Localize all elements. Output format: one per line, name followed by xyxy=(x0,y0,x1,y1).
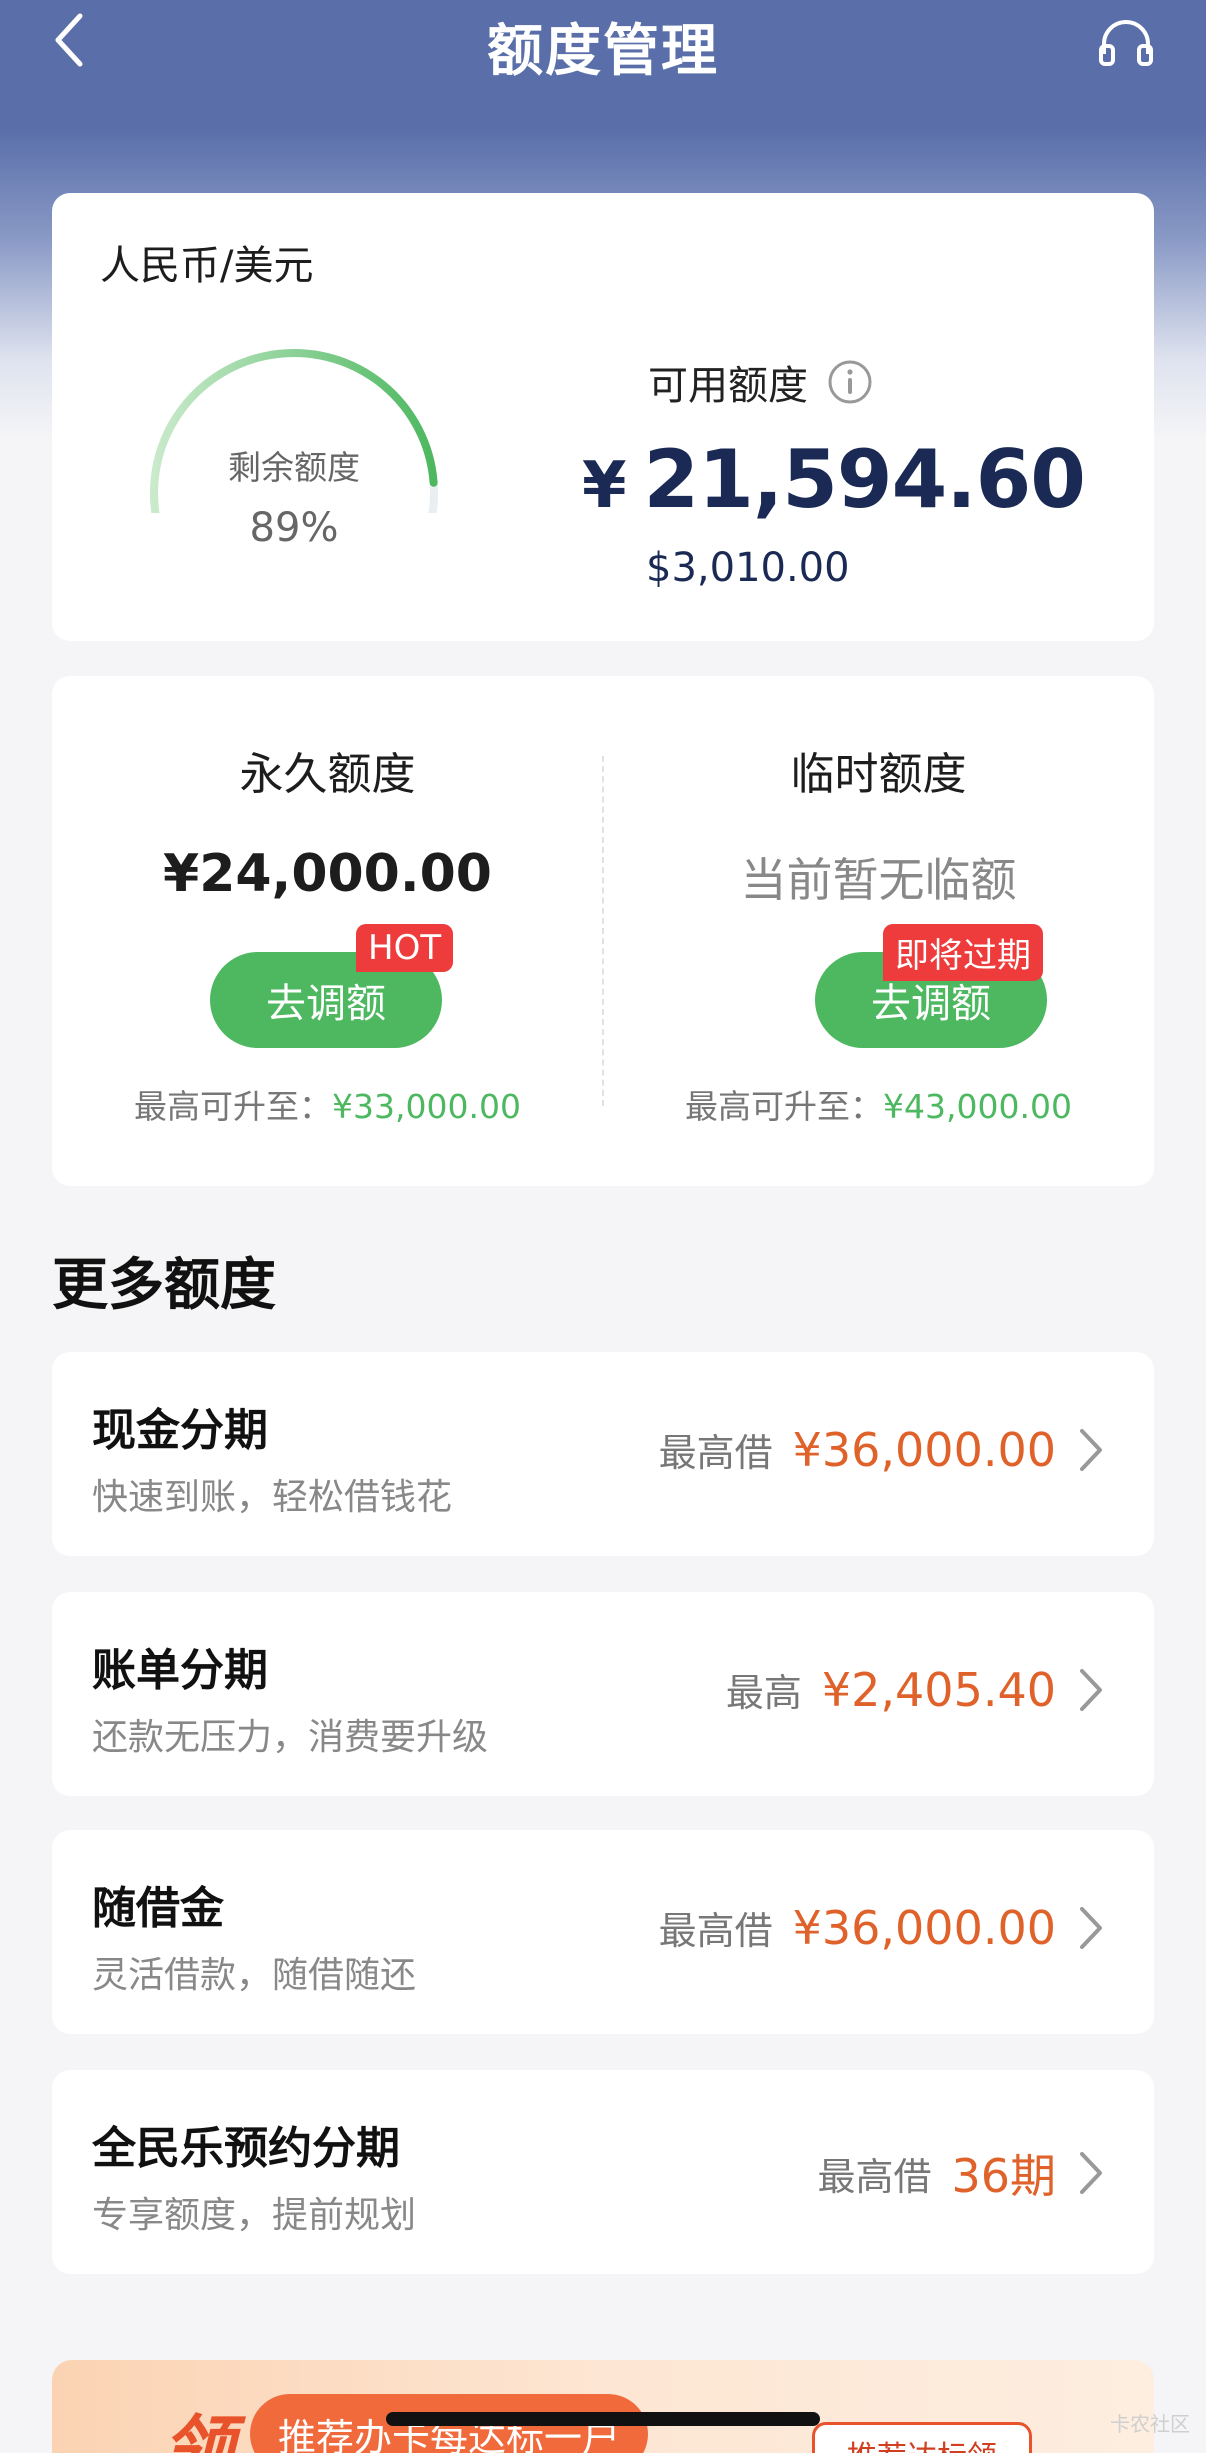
item-prefix: 最高 xyxy=(725,1671,802,1715)
watermark: 卡农社区 xyxy=(1110,2412,1190,2436)
available-credit-card: 人民币/美元 剩余额度 89% 可用额度 ¥21,594.60 $3,010.0… xyxy=(52,193,1154,641)
item-title: 全民乐预约分期 xyxy=(92,2123,400,2174)
referral-banner[interactable]: 领 推荐办卡每达标一户 推荐达标领 xyxy=(52,2360,1154,2453)
available-amount-cny: ¥21,594.60 xyxy=(582,433,1086,526)
chevron-right-icon xyxy=(1080,1428,1102,1471)
item-value: ¥2,405.40 xyxy=(821,1662,1056,1717)
item-prefix: 最高借 xyxy=(817,2154,932,2199)
available-cny-value: 21,594.60 xyxy=(643,433,1086,526)
list-item-bill-installment[interactable]: 账单分期 还款无压力，消费要升级 最高 ¥2,405.40 xyxy=(52,1592,1154,1796)
available-amount-usd: $3,010.00 xyxy=(646,545,850,591)
list-item-cash-installment[interactable]: 现金分期 快速到账，轻松借钱花 最高借 ¥36,000.00 xyxy=(52,1352,1154,1556)
list-item-reserved-installment[interactable]: 全民乐预约分期 专享额度，提前规划 最高借 36期 xyxy=(52,2070,1154,2274)
chevron-right-icon xyxy=(1080,2152,1102,2194)
item-prefix: 最高借 xyxy=(658,1431,773,1475)
remaining-percent: 89% xyxy=(249,505,339,551)
permanent-max-label: 最高可升至： xyxy=(134,1087,333,1126)
temporary-limit-title: 临时额度 xyxy=(790,749,967,800)
item-subtitle: 还款无压力，消费要升级 xyxy=(92,1717,489,1758)
item-right: 最高借 ¥36,000.00 xyxy=(659,1422,1106,1477)
item-value: ¥36,000.00 xyxy=(792,1900,1056,1955)
temporary-limit-status: 当前暂无临额 xyxy=(740,853,1017,907)
item-right: 最高 ¥2,405.40 xyxy=(726,1662,1106,1717)
remaining-label: 剩余额度 xyxy=(228,448,360,487)
expiring-badge: 即将过期 xyxy=(883,924,1043,981)
banner-ling-text: 领 xyxy=(162,2407,235,2453)
headset-icon xyxy=(1099,20,1153,66)
item-title: 随借金 xyxy=(92,1883,224,1934)
info-icon[interactable] xyxy=(826,358,874,406)
hot-badge: HOT xyxy=(356,924,454,972)
available-label: 可用额度 xyxy=(648,363,808,409)
permanent-max-value: ¥33,000.00 xyxy=(332,1087,521,1126)
remaining-text: 剩余额度 89% xyxy=(144,441,444,551)
temporary-max-up: 最高可升至：¥43,000.00 xyxy=(603,1080,1154,1128)
home-indicator xyxy=(386,2412,820,2426)
item-right: 最高借 36期 xyxy=(817,2140,1106,2206)
item-right: 最高借 ¥36,000.00 xyxy=(659,1900,1106,1955)
nav-bar: 额度管理 xyxy=(0,0,1206,84)
banner-button[interactable]: 推荐达标领 xyxy=(812,2422,1032,2453)
page-title: 额度管理 xyxy=(487,19,719,84)
chevron-right-icon xyxy=(1080,1906,1102,1949)
item-title: 账单分期 xyxy=(92,1645,268,1696)
item-subtitle: 灵活借款，随借随还 xyxy=(92,1955,417,1996)
customer-service-button[interactable] xyxy=(1094,10,1158,74)
permanent-max-up: 最高可升至：¥33,000.00 xyxy=(52,1080,603,1128)
item-subtitle: 快速到账，轻松借钱花 xyxy=(92,1477,453,1518)
chevron-right-icon xyxy=(1080,1668,1102,1711)
list-item-flexible-loan[interactable]: 随借金 灵活借款，随借随还 最高借 ¥36,000.00 xyxy=(52,1830,1154,2034)
permanent-limit-section: 永久额度 ¥24,000.00 去调额 最高可升至：¥33,000.00 xyxy=(52,676,603,1186)
item-title: 现金分期 xyxy=(92,1405,268,1456)
item-prefix: 最高借 xyxy=(658,1909,773,1953)
temporary-max-value: ¥43,000.00 xyxy=(883,1087,1072,1126)
currency-symbol: ¥ xyxy=(582,449,627,523)
currency-label: 人民币/美元 xyxy=(100,243,314,289)
limits-card: 永久额度 ¥24,000.00 去调额 最高可升至：¥33,000.00 临时额… xyxy=(52,676,1154,1186)
item-value: 36期 xyxy=(951,2149,1056,2203)
item-subtitle: 专享额度，提前规划 xyxy=(92,2195,417,2236)
item-value: ¥36,000.00 xyxy=(792,1422,1056,1477)
temporary-max-label: 最高可升至： xyxy=(685,1087,884,1126)
temporary-limit-section: 临时额度 当前暂无临额 去调额 最高可升至：¥43,000.00 xyxy=(603,676,1154,1186)
available-label-row: 可用额度 xyxy=(648,353,874,411)
permanent-limit-amount: ¥24,000.00 xyxy=(163,844,492,904)
permanent-limit-title: 永久额度 xyxy=(239,749,416,800)
more-limits-title: 更多额度 xyxy=(52,1253,276,1318)
